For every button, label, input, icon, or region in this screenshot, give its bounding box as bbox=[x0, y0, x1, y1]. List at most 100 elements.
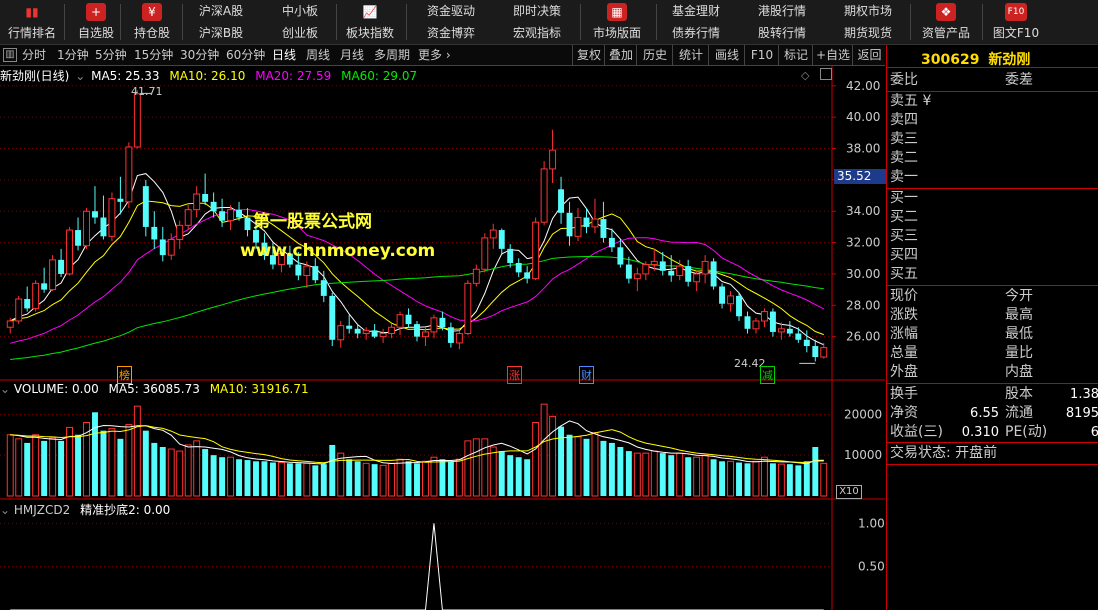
volume-bar-down bbox=[117, 438, 124, 496]
sell-1-label: 卖一 bbox=[890, 169, 918, 185]
f10-button[interactable]: F10 bbox=[744, 45, 779, 65]
tab-period-30min[interactable]: 30分钟 bbox=[180, 45, 219, 65]
toolbar-market-button[interactable]: ▦ 市场版面 bbox=[584, 0, 650, 44]
volume-bar-up bbox=[642, 452, 650, 497]
candle-body-up bbox=[701, 260, 709, 275]
tab-period-fenshi[interactable]: 分时 bbox=[22, 45, 46, 65]
marker-jian[interactable]: 减 bbox=[760, 366, 775, 384]
watermark-url: www.chnmoney.com bbox=[240, 241, 436, 261]
candle-body-up bbox=[650, 260, 658, 266]
marker-cai[interactable]: 财 bbox=[579, 366, 594, 384]
float-label: 流通 bbox=[1005, 405, 1033, 421]
volume-unit-badge: X10 bbox=[836, 485, 862, 499]
tab-period-daily[interactable]: 日线 bbox=[272, 45, 296, 65]
stock-name: 新劲刚 bbox=[988, 52, 1031, 68]
tab-period-multi[interactable]: 多周期 bbox=[374, 45, 410, 65]
panel-toggle-icon[interactable]: ▥ bbox=[3, 48, 17, 62]
candle-body-down bbox=[210, 201, 217, 212]
toolbar-qiquan[interactable]: 期权市场 bbox=[836, 0, 900, 22]
candle-body-down bbox=[786, 328, 793, 334]
candle-body-down bbox=[295, 264, 302, 276]
candle-body-up bbox=[66, 229, 74, 275]
candle-body-up bbox=[455, 333, 463, 344]
tab-period-more[interactable]: 更多 › bbox=[418, 45, 451, 65]
volume-bar-down bbox=[75, 434, 81, 496]
toolbar-label: 自选股 bbox=[77, 26, 114, 40]
diamond-icon[interactable]: ◇ bbox=[801, 69, 809, 82]
price-tick-label: 30.00 bbox=[846, 267, 880, 281]
toolbar-chuangye[interactable]: 创业板 bbox=[270, 22, 330, 44]
toolbar-chicang-button[interactable]: ¥ 持仓股 bbox=[120, 0, 184, 44]
candle-body-up bbox=[337, 325, 345, 341]
tab-period-15min[interactable]: 15分钟 bbox=[134, 45, 173, 65]
volume-bar-down bbox=[100, 430, 107, 496]
mark-button[interactable]: 标记 bbox=[778, 45, 813, 65]
tab-period-weekly[interactable]: 周线 bbox=[306, 45, 330, 65]
toolbar-hongguan[interactable]: 宏观指标 bbox=[506, 22, 568, 44]
candle-body-down bbox=[744, 316, 751, 329]
toolbar-ganggu[interactable]: 港股行情 bbox=[750, 0, 814, 22]
candle-body-down bbox=[236, 209, 243, 218]
candle-body-down bbox=[608, 237, 615, 248]
total-volume-label: 总量 bbox=[890, 345, 918, 361]
volume-bar-down bbox=[769, 463, 776, 496]
toolbar-zixuan-button[interactable]: + 自选股 bbox=[64, 0, 128, 44]
candle-body-down bbox=[507, 248, 514, 263]
candle-body-down bbox=[719, 286, 726, 304]
turnover-label: 换手 bbox=[890, 386, 918, 402]
toolbar-hangqing-button[interactable]: ▮▮ 行情排名 bbox=[0, 0, 64, 44]
toolbar-zijin-qudong[interactable]: 资金驱动 bbox=[420, 0, 482, 22]
overlay-button[interactable]: 叠加 bbox=[604, 45, 637, 65]
volume-bar-down bbox=[719, 461, 726, 496]
low-label: 最低 bbox=[1005, 326, 1033, 342]
back-button[interactable]: 返回 bbox=[852, 45, 886, 65]
history-button[interactable]: 历史 bbox=[636, 45, 673, 65]
toolbar-hushen-b[interactable]: 沪深B股 bbox=[188, 22, 254, 44]
volume-bar-down bbox=[439, 459, 446, 496]
candle-body-down bbox=[219, 211, 226, 221]
volume-bar-down bbox=[685, 457, 692, 496]
pe-label: PE(动) bbox=[1005, 424, 1048, 440]
stats-button[interactable]: 统计 bbox=[672, 45, 709, 65]
volume-bar-up bbox=[422, 460, 429, 497]
candle-body-down bbox=[244, 217, 251, 231]
toolbar-jijin[interactable]: 基金理财 bbox=[664, 0, 728, 22]
kline-chart[interactable]: 42.0040.0038.0036.0034.0032.0030.0028.00… bbox=[0, 66, 885, 610]
indicator-name[interactable]: HMJZCD2 bbox=[14, 503, 70, 517]
toolbar-guzhuan[interactable]: 股转行情 bbox=[750, 22, 814, 44]
volume-bar-down bbox=[202, 449, 209, 496]
add-favorite-button[interactable]: +自选 bbox=[812, 45, 853, 65]
ma5-legend: MA5: 25.33 bbox=[91, 69, 160, 83]
toolbar-assets-button[interactable]: ❖ 资管产品 bbox=[914, 0, 978, 44]
toolbar-zijin-boyi[interactable]: 资金博弈 bbox=[420, 22, 482, 44]
marker-zhang[interactable]: 涨 bbox=[507, 366, 522, 384]
tab-period-60min[interactable]: 60分钟 bbox=[226, 45, 265, 65]
toolbar-hushen-a[interactable]: 沪深A股 bbox=[188, 0, 254, 22]
chevron-down-icon[interactable]: ⌄ bbox=[75, 69, 85, 83]
volume-bar-up bbox=[752, 460, 760, 497]
chevron-down-icon[interactable]: ⌄ bbox=[0, 382, 10, 396]
toolbar-qihuo[interactable]: 期货现货 bbox=[836, 22, 900, 44]
volume-bar-down bbox=[507, 455, 514, 496]
toolbar-zhongxiao[interactable]: 中小板 bbox=[270, 0, 330, 22]
toolbar-f10-button[interactable]: F10 图文F10 bbox=[984, 0, 1048, 44]
tab-period-1min[interactable]: 1分钟 bbox=[57, 45, 89, 65]
chevron-down-icon[interactable]: ⌄ bbox=[0, 503, 10, 517]
tab-period-monthly[interactable]: 月线 bbox=[340, 45, 364, 65]
volume-bar-up bbox=[388, 462, 396, 497]
volume-bar-up bbox=[6, 434, 14, 497]
draw-line-button[interactable]: 画线 bbox=[708, 45, 745, 65]
candle-body-down bbox=[498, 230, 505, 249]
maximize-icon[interactable] bbox=[820, 68, 832, 80]
toolbar-zhaiquan[interactable]: 债券行情 bbox=[664, 22, 728, 44]
candle-body-up bbox=[396, 314, 404, 328]
cubes-icon: ❖ bbox=[936, 3, 956, 21]
yuan-icon: ¥ bbox=[142, 3, 162, 21]
toolbar-jishi-juece[interactable]: 即时决策 bbox=[506, 0, 568, 22]
candle-body-down bbox=[75, 230, 81, 246]
volume-bar-up bbox=[633, 452, 641, 497]
tab-period-5min[interactable]: 5分钟 bbox=[95, 45, 127, 65]
toolbar-bankuai-button[interactable]: 📈 板块指数 bbox=[338, 0, 402, 44]
volume-bar-up bbox=[489, 446, 497, 497]
fuquan-button[interactable]: 复权 bbox=[572, 45, 605, 65]
